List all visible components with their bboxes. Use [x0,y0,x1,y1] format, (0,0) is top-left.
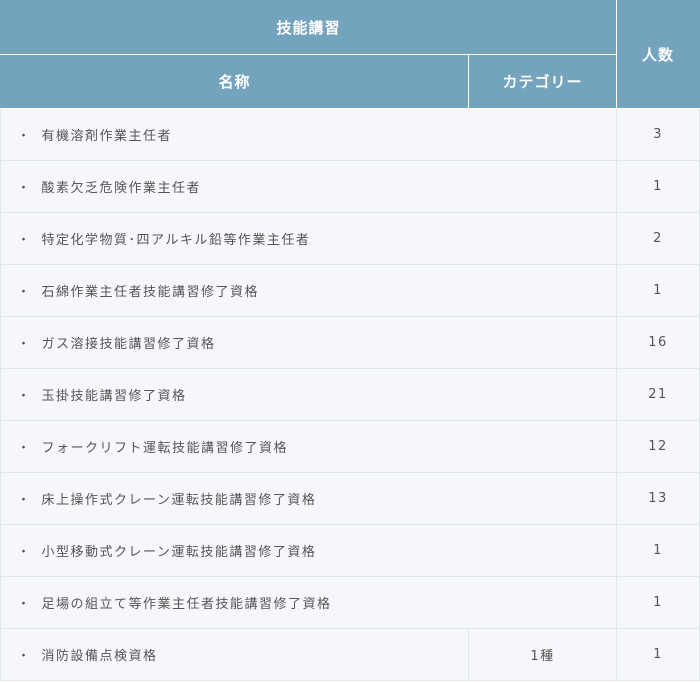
qualification-name: 床上操作式クレーン運転技能講習修了資格 [41,493,317,508]
group-header: 技能講習 [0,0,618,55]
table-row: ・フォークリフト運転技能講習修了資格 12 [0,420,700,473]
count-cell: 13 [616,472,700,525]
qualification-name-cell: ・酸素欠乏危険作業主任者 [0,160,618,213]
qualification-name-cell: ・特定化学物質･四アルキル鉛等作業主任者 [0,212,618,265]
count-cell: 1 [616,576,700,629]
qualification-name-cell: ・フォークリフト運転技能講習修了資格 [0,420,618,473]
count-cell: 2 [616,212,700,265]
count-cell: 16 [616,316,700,369]
qualification-name: ガス溶接技能講習修了資格 [41,337,216,352]
bullet-mark: ・ [17,337,32,352]
table-row: ・ガス溶接技能講習修了資格 16 [0,316,700,369]
table-row: ・有機溶剤作業主任者 3 [0,108,700,161]
qualification-name-cell: ・有機溶剤作業主任者 [0,108,618,161]
qualification-name: 石綿作業主任者技能講習修了資格 [41,285,260,300]
name-header: 名称 [0,54,469,109]
count-header: 人数 [616,0,700,109]
count-cell: 3 [616,108,700,161]
qualification-name: フォークリフト運転技能講習修了資格 [41,441,289,456]
bullet-mark: ・ [17,129,32,144]
count-cell: 1 [616,264,700,317]
table-row: ・床上操作式クレーン運転技能講習修了資格 13 [0,472,700,525]
bullet-mark: ・ [17,649,32,664]
table-row: ・酸素欠乏危険作業主任者 1 [0,160,700,213]
category-header: カテゴリー [467,54,618,109]
count-cell: 12 [616,420,700,473]
bullet-mark: ・ [17,493,32,508]
table-row: ・消防設備点検資格 1種 1 [0,628,700,681]
qualification-name: 特定化学物質･四アルキル鉛等作業主任者 [41,233,311,248]
bullet-mark: ・ [17,545,32,560]
qualification-name: 足場の組立て等作業主任者技能講習修了資格 [41,597,332,612]
bullet-mark: ・ [17,233,32,248]
category-cell: 1種 [467,628,618,681]
qualification-name: 玉掛技能講習修了資格 [41,389,187,404]
bullet-mark: ・ [17,285,32,300]
qualification-name-cell: ・消防設備点検資格 [0,628,469,681]
qualification-name-cell: ・足場の組立て等作業主任者技能講習修了資格 [0,576,618,629]
bullet-mark: ・ [17,181,32,196]
qualification-name-cell: ・小型移動式クレーン運転技能講習修了資格 [0,524,618,577]
qualification-name: 消防設備点検資格 [41,649,158,664]
qualification-name-cell: ・床上操作式クレーン運転技能講習修了資格 [0,472,618,525]
qualification-name: 有機溶剤作業主任者 [41,129,173,144]
count-cell: 21 [616,368,700,421]
qualification-table: 技能講習 人数 名称 カテゴリー ・有機溶剤作業主任者 3 ・酸素欠乏危険作業主任者… [0,0,700,681]
count-cell: 1 [616,524,700,577]
bullet-mark: ・ [17,389,32,404]
bullet-mark: ・ [17,597,32,612]
qualification-name-cell: ・石綿作業主任者技能講習修了資格 [0,264,618,317]
table-row: ・石綿作業主任者技能講習修了資格 1 [0,264,700,317]
table-row: ・足場の組立て等作業主任者技能講習修了資格 1 [0,576,700,629]
table-row: ・小型移動式クレーン運転技能講習修了資格 1 [0,524,700,577]
bullet-mark: ・ [17,441,32,456]
count-cell: 1 [616,628,700,681]
qualification-name: 酸素欠乏危険作業主任者 [41,181,202,196]
qualification-name-cell: ・ガス溶接技能講習修了資格 [0,316,618,369]
qualification-name-cell: ・玉掛技能講習修了資格 [0,368,618,421]
table-row: ・玉掛技能講習修了資格 21 [0,368,700,421]
qualification-name: 小型移動式クレーン運転技能講習修了資格 [41,545,317,560]
count-cell: 1 [616,160,700,213]
table-row: ・特定化学物質･四アルキル鉛等作業主任者 2 [0,212,700,265]
